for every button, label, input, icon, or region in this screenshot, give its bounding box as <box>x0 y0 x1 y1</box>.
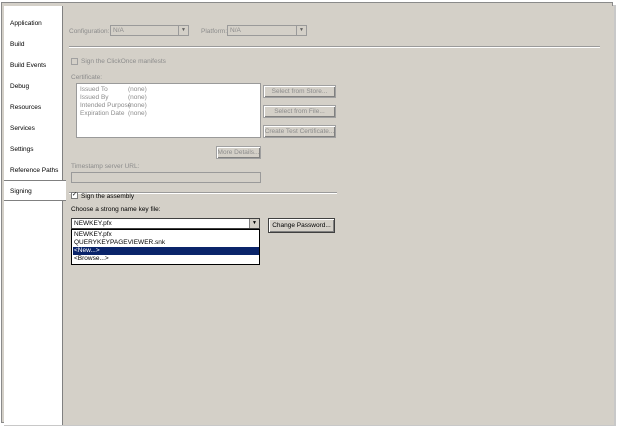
certificate-row: Issued By (none) <box>80 94 220 102</box>
certificate-key: Issued By <box>80 94 109 101</box>
key-file-value: NEWKEY.pfx <box>74 220 112 227</box>
sign-assembly-checkbox[interactable]: ✓ <box>71 192 78 199</box>
platform-combobox[interactable]: N/A ▼ <box>227 25 307 36</box>
dropdown-option-browse[interactable]: <Browse...> <box>73 255 259 263</box>
more-details-button[interactable]: More Details... <box>216 146 261 159</box>
tab-label: Build <box>10 41 25 48</box>
certificate-value: (none) <box>128 94 147 101</box>
tab-reference-paths[interactable]: Reference Paths <box>4 160 62 181</box>
dropdown-option-new[interactable]: <New...> <box>73 247 259 255</box>
tab-strip: Application Build Build Events Debug Res… <box>4 6 66 425</box>
configuration-value: N/A <box>113 27 124 34</box>
chevron-down-icon: ▼ <box>178 26 188 35</box>
platform-value: N/A <box>230 27 241 34</box>
project-properties-window: Application Build Build Events Debug Res… <box>1 2 614 425</box>
key-file-combobox[interactable]: NEWKEY.pfx ▼ <box>71 218 260 229</box>
signing-page: Configuration: N/A ▼ Platform: N/A ▼ Sig… <box>62 6 614 425</box>
configuration-label: Configuration: <box>69 28 110 35</box>
certificate-key: Expiration Date <box>80 110 125 117</box>
change-password-button[interactable]: Change Password... <box>268 218 335 233</box>
tab-label: Signing <box>10 188 32 195</box>
dropdown-option-querykey[interactable]: QUERYKEYPAGEVIEWER.snk <box>73 239 259 247</box>
sign-clickonce-checkbox[interactable] <box>71 58 78 65</box>
select-from-file-button[interactable]: Select from File... <box>263 105 336 118</box>
chevron-down-icon: ▼ <box>296 26 306 35</box>
tab-label: Build Events <box>10 62 47 69</box>
timestamp-label: Timestamp server URL: <box>71 163 140 170</box>
configuration-combobox[interactable]: N/A ▼ <box>110 25 189 36</box>
key-file-dropdown: NEWKEY.pfx QUERYKEYPAGEVIEWER.snk <New..… <box>71 229 260 265</box>
platform-label: Platform: <box>201 28 228 35</box>
tab-services[interactable]: Services <box>4 118 62 139</box>
certificate-key: Issued To <box>80 86 108 93</box>
tab-build[interactable]: Build <box>4 34 62 55</box>
tab-label: Debug <box>10 83 30 90</box>
certificate-info-box: Issued To (none) Issued By (none) Intended… <box>76 83 261 138</box>
tab-build-events[interactable]: Build Events <box>4 55 62 76</box>
key-file-label: Choose a strong name key file: <box>71 206 161 213</box>
sign-assembly-label: Sign the assembly <box>81 193 135 200</box>
certificate-row: Intended Purpose (none) <box>80 102 220 110</box>
certificate-label: Certificate: <box>71 74 103 81</box>
dropdown-option-newkey[interactable]: NEWKEY.pfx <box>73 231 259 239</box>
certificate-value: (none) <box>128 86 147 93</box>
sign-clickonce-label: Sign the ClickOnce manifests <box>81 58 166 65</box>
checkmark-icon: ✓ <box>72 192 78 198</box>
tab-label: Resources <box>10 104 42 111</box>
chevron-down-icon[interactable]: ▼ <box>249 219 259 228</box>
certificate-value: (none) <box>128 110 147 117</box>
create-test-certificate-button[interactable]: Create Test Certificate... <box>263 125 336 138</box>
timestamp-url-input[interactable] <box>71 172 261 183</box>
tab-settings[interactable]: Settings <box>4 139 62 160</box>
tab-signing[interactable]: Signing <box>4 180 66 201</box>
tab-label: Reference Paths <box>10 167 59 174</box>
certificate-row: Expiration Date (none) <box>80 110 220 118</box>
tab-label: Services <box>10 125 35 132</box>
certificate-value: (none) <box>128 102 147 109</box>
certificate-key: Intended Purpose <box>80 102 132 109</box>
tab-debug[interactable]: Debug <box>4 76 62 97</box>
select-from-store-button[interactable]: Select from Store... <box>263 85 336 98</box>
tab-resources[interactable]: Resources <box>4 97 62 118</box>
certificate-row: Issued To (none) <box>80 86 220 94</box>
tab-label: Application <box>10 20 42 27</box>
separator <box>69 46 600 48</box>
tab-label: Settings <box>10 146 34 153</box>
tab-application[interactable]: Application <box>4 13 62 34</box>
